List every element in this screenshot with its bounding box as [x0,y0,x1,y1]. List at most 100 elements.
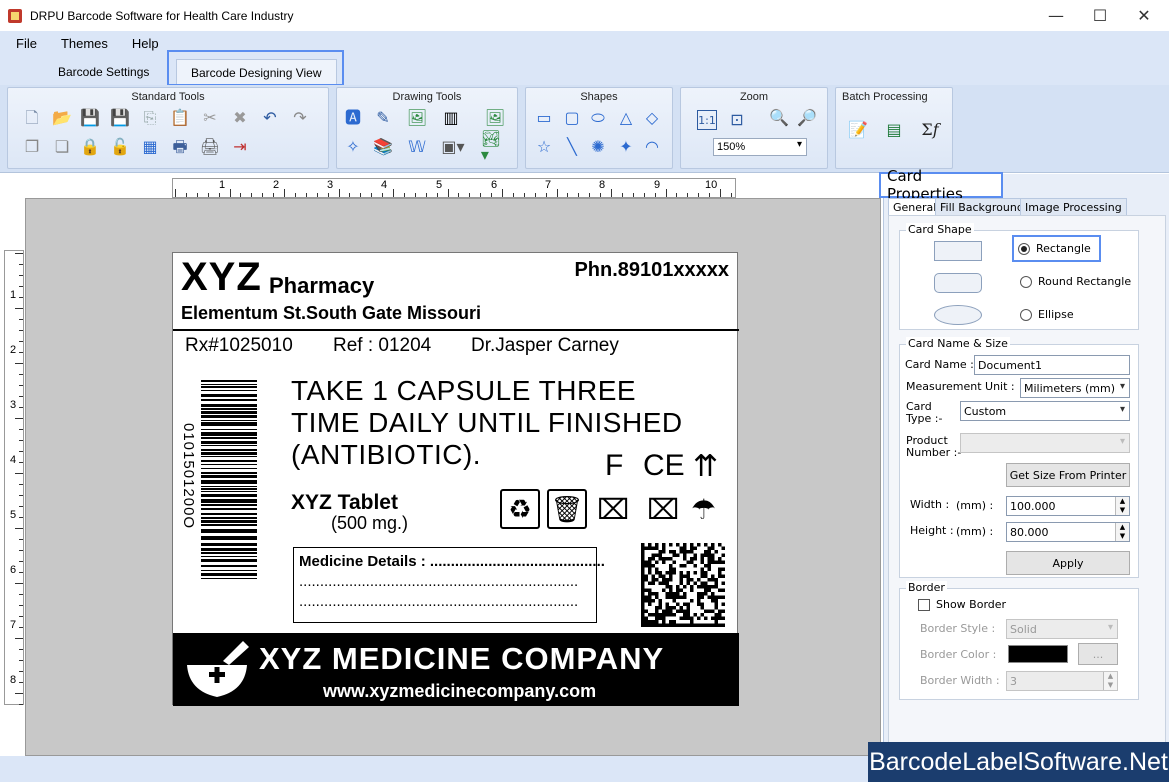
rectangle-shape-icon[interactable]: ▭ [534,108,554,128]
bring-front-icon[interactable]: ❏ [52,137,72,157]
copy-icon[interactable]: ⎘ [140,108,160,128]
image-dropdown-icon[interactable]: 🏞▾ [481,131,501,163]
line-shape-icon[interactable]: ╲ [562,137,582,157]
brand-name[interactable]: XYZ [181,255,262,300]
phone-number[interactable]: Phn.89101xxxxx [574,259,729,282]
address[interactable]: Elementum St.South Gate Missouri [181,303,481,324]
instruction-line-2[interactable]: TIME DAILY UNTIL FINISHED [291,407,683,439]
paste-icon[interactable]: 📋 [170,108,190,128]
picture-tool-icon[interactable]: 🖼 [407,108,427,128]
card-name-input[interactable]: Document1 [974,355,1130,375]
label-card[interactable]: XYZ Pharmacy Phn.89101xxxxx Elementum St… [172,252,739,706]
this-way-up-symbol[interactable]: ⇈ [693,449,718,484]
recycle-icon[interactable]: ♻ [500,489,540,529]
radio-round-rectangle[interactable]: Round Rectangle [1020,275,1131,288]
barcode-number[interactable]: 0101501200O [180,423,197,529]
undo-icon[interactable]: ↶ [260,108,280,128]
ellipse-shape-icon[interactable]: ⬭ [588,108,608,128]
align-dropdown-icon[interactable]: ▣▾ [441,137,464,157]
border-style-select[interactable]: Solid ▾ [1006,619,1118,639]
export-icon[interactable]: ⇥ [230,137,250,157]
radio-ellipse[interactable]: Ellipse [1020,308,1074,321]
watermark-icon[interactable]: 𝕎 [407,137,427,157]
burst-shape-icon[interactable]: ✺ [588,137,608,157]
border-color-button[interactable]: ... [1078,643,1118,665]
zoom-out-icon[interactable]: 🔎 [797,108,817,128]
barcode-tool-icon[interactable]: ▥ [441,108,461,128]
redo-icon[interactable]: ↷ [290,108,310,128]
star-shape-tool-icon[interactable]: ✧ [343,137,363,157]
star-shape-icon[interactable]: ☆ [534,137,554,157]
product-number-select[interactable]: ▾ [960,433,1130,453]
save-as-icon[interactable]: 💾 [110,108,130,128]
height-spinner[interactable]: ▲ ▼ [1115,523,1129,541]
menu-help[interactable]: Help [132,36,159,51]
lock-icon[interactable]: 🔒 [80,137,100,157]
image-tool-icon[interactable]: 🖼 [485,108,505,128]
divider-line[interactable] [173,329,739,331]
grid-icon[interactable]: ▦ [140,137,160,157]
rx-number[interactable]: Rx#1025010 [185,335,293,357]
rounded-rectangle-shape-icon[interactable]: ▢ [562,108,582,128]
card-type-select[interactable]: Custom ▾ [960,401,1130,421]
close-button[interactable]: ✕ [1121,0,1167,31]
keep-dry-umbrella-icon[interactable]: ☂ [691,493,716,526]
fit-to-window-icon[interactable]: ⊡ [727,110,747,130]
print-preview-icon[interactable]: 🖶 [170,137,190,157]
radio-rectangle[interactable]: Rectangle [1012,235,1101,262]
tab-barcode-settings[interactable]: Barcode Settings [44,59,163,85]
save-icon[interactable]: 💾 [80,108,100,128]
border-width-input[interactable]: 3 ▲ ▼ [1006,671,1118,691]
get-size-from-printer-button[interactable]: Get Size From Printer [1006,463,1130,487]
send-back-icon[interactable]: ❐ [22,137,42,157]
apply-button[interactable]: Apply [1006,551,1130,575]
zoom-in-icon[interactable]: 🔍 [769,108,789,128]
f-symbol[interactable]: F [605,449,623,483]
footer-band[interactable]: XYZ MEDICINE COMPANY www.xyzmedicinecomp… [173,633,739,706]
menu-file[interactable]: File [16,36,37,51]
linear-barcode[interactable] [201,380,257,579]
library-icon[interactable]: 📚 [373,137,393,157]
formula-icon[interactable]: Σ𝑓 [920,120,940,140]
border-color-swatch[interactable] [1008,645,1068,663]
show-border-checkbox[interactable]: Show Border [918,599,1006,611]
batch-edit-icon[interactable]: 📝 [848,120,868,140]
maximize-button[interactable]: ☐ [1077,0,1123,31]
width-spinner[interactable]: ▲ ▼ [1115,497,1129,515]
no-bin-icon[interactable]: ⌧ [597,493,629,526]
text-tool-icon[interactable]: 🅰 [343,108,363,128]
trash-disposal-icon[interactable]: 🗑 [547,489,587,529]
minimize-button[interactable]: — [1033,0,1079,31]
cut-icon[interactable]: ✂ [200,108,220,128]
instruction-line-3[interactable]: (ANTIBIOTIC). [291,439,481,471]
excel-import-icon[interactable]: ▤ [884,120,904,140]
medicine-details-box[interactable]: Medicine Details : .....................… [293,547,605,623]
triangle-shape-icon[interactable]: △ [616,108,636,128]
open-icon[interactable]: 📂 [52,108,72,128]
border-width-spinner[interactable]: ▲ ▼ [1103,672,1117,690]
tab-general[interactable]: General [888,198,942,216]
arc-shape-icon[interactable]: ◠ [642,137,662,157]
measurement-unit-select[interactable]: Milimeters (mm) ▾ [1020,378,1130,398]
height-input[interactable]: 80.000 ▲ ▼ [1006,522,1130,542]
ce-mark-symbol[interactable]: CE [643,449,685,483]
pen-tool-icon[interactable]: ✎ [373,108,393,128]
actual-size-icon[interactable]: 1:1 [697,110,717,130]
diamond-shape-icon[interactable]: ◇ [642,108,662,128]
four-point-star-shape-icon[interactable]: ✦ [616,137,636,157]
delete-icon[interactable]: ✖ [230,108,250,128]
tablet-name[interactable]: XYZ Tablet [291,491,398,515]
datamatrix-barcode[interactable] [641,543,725,627]
doctor-name[interactable]: Dr.Jasper Carney [471,335,619,357]
no-dispose-icon[interactable]: ⌧ [647,493,679,526]
new-icon[interactable]: 🗋 [22,108,42,128]
width-input[interactable]: 100.000 ▲ ▼ [1006,496,1130,516]
tab-fill-background[interactable]: Fill Background [935,198,1029,216]
zoom-select[interactable]: 150% ▾ [713,138,807,156]
tablet-dose[interactable]: (500 mg.) [331,513,408,534]
print-icon[interactable]: 🖨 [200,137,220,157]
ref-number[interactable]: Ref : 01204 [333,335,431,357]
instruction-line-1[interactable]: TAKE 1 CAPSULE THREE [291,375,636,407]
menu-themes[interactable]: Themes [61,36,108,51]
tab-image-processing[interactable]: Image Processing [1020,198,1127,216]
